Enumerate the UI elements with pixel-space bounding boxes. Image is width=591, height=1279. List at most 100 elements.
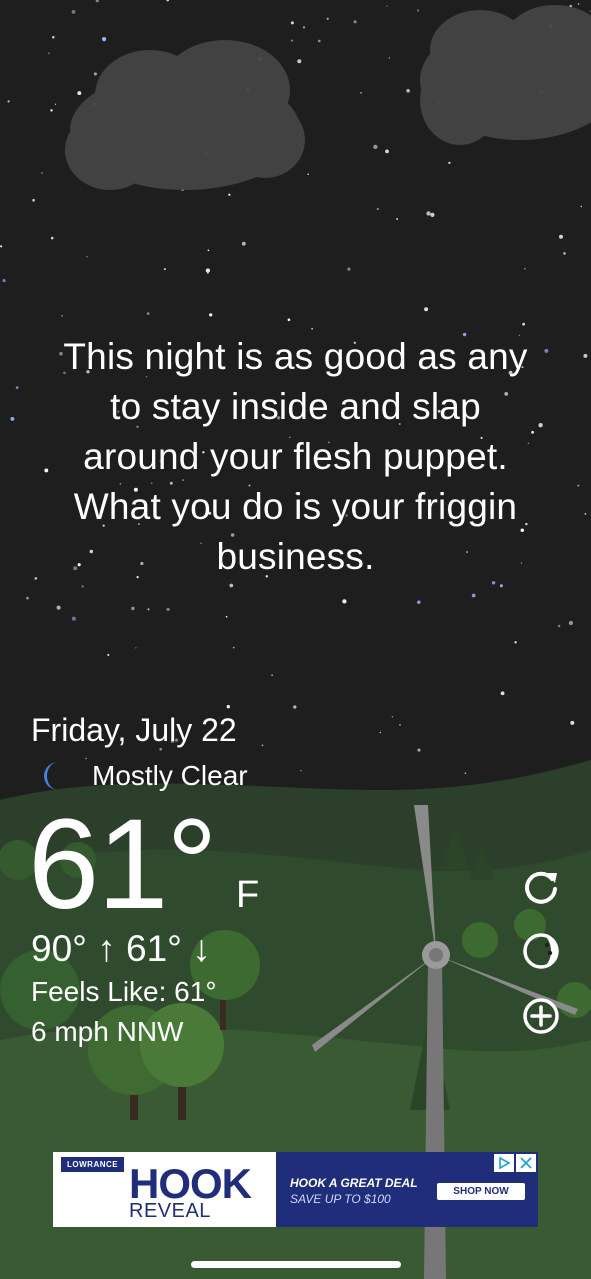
- condition-row: Mostly Clear: [38, 758, 248, 794]
- star: [373, 144, 378, 150]
- ad-choices-icon[interactable]: [494, 1154, 514, 1172]
- star: [302, 26, 306, 29]
- high-low-temperature: 90° ↑ 61° ↓: [31, 928, 211, 969]
- star: [86, 255, 88, 258]
- star: [500, 691, 505, 696]
- star: [271, 674, 273, 676]
- star: [426, 211, 431, 216]
- star: [417, 748, 421, 752]
- star: [7, 100, 10, 103]
- star: [388, 57, 391, 59]
- star: [32, 198, 35, 202]
- star: [146, 312, 150, 316]
- star: [77, 91, 82, 96]
- ad-logo-panel: LOWRANCE HOOK REVEAL: [53, 1152, 276, 1227]
- ad-product-name: HOOK: [129, 1160, 252, 1207]
- star: [48, 52, 50, 55]
- star: [229, 583, 234, 588]
- star: [102, 37, 107, 42]
- moon-phase-icon: [523, 933, 559, 969]
- star: [568, 620, 573, 626]
- star: [41, 172, 43, 174]
- star: [225, 615, 228, 618]
- quote-line: This night is as good as any: [63, 336, 528, 377]
- refresh-icon: [525, 871, 557, 904]
- star: [228, 193, 231, 196]
- star: [417, 600, 421, 604]
- star: [107, 653, 110, 657]
- star: [290, 21, 294, 25]
- date-label: Friday, July 22: [31, 712, 237, 748]
- star: [287, 318, 291, 322]
- star: [524, 267, 526, 270]
- weather-quote: This night is as good as any to stay ins…: [20, 332, 571, 582]
- star: [300, 769, 302, 772]
- quote-line: to stay inside and slap: [110, 386, 481, 427]
- star: [209, 313, 213, 317]
- star: [360, 91, 363, 94]
- star: [207, 249, 210, 252]
- star: [54, 103, 57, 105]
- star: [522, 322, 525, 326]
- quote-line: What you do is your friggin: [73, 486, 518, 527]
- star: [50, 109, 53, 112]
- star: [71, 616, 76, 621]
- star: [563, 252, 566, 255]
- star: [56, 605, 61, 610]
- star: [131, 606, 135, 611]
- star: [2, 279, 6, 283]
- current-temperature: 61°: [28, 793, 218, 936]
- home-indicator[interactable]: [191, 1261, 401, 1268]
- ad-product-subname: REVEAL: [129, 1200, 211, 1222]
- star: [10, 416, 15, 421]
- star: [342, 599, 347, 604]
- star: [557, 624, 561, 628]
- quote-line: business.: [216, 536, 375, 577]
- ad-banner[interactable]: LOWRANCE HOOK REVEAL HOOK A GREAT DEAL S…: [53, 1152, 538, 1227]
- star: [379, 731, 382, 734]
- star: [448, 161, 451, 165]
- ad-headline: HOOK A GREAT DEAL: [290, 1176, 418, 1190]
- star: [297, 59, 302, 64]
- feels-like: Feels Like: 61°: [31, 976, 217, 1007]
- star: [406, 89, 410, 93]
- star: [0, 245, 3, 248]
- star: [558, 234, 564, 239]
- star: [385, 149, 389, 154]
- star: [241, 241, 246, 246]
- star: [580, 205, 582, 208]
- ad-shop-now-button[interactable]: SHOP NOW: [437, 1183, 525, 1200]
- ad-offer-panel: HOOK A GREAT DEAL SAVE UP TO $100 SHOP N…: [276, 1152, 538, 1227]
- refresh-button[interactable]: [518, 864, 564, 910]
- add-location-button[interactable]: [518, 993, 564, 1039]
- star: [353, 20, 357, 24]
- star: [464, 772, 467, 774]
- ad-subline: SAVE UP TO $100: [290, 1192, 391, 1206]
- ad-brand: LOWRANCE: [61, 1157, 125, 1172]
- add-icon: [523, 998, 559, 1034]
- star: [290, 39, 294, 42]
- ad-close-icon[interactable]: [516, 1154, 536, 1172]
- temperature-unit[interactable]: F: [236, 874, 259, 917]
- star: [326, 17, 329, 20]
- star: [226, 704, 231, 709]
- star: [261, 744, 264, 747]
- star: [81, 585, 84, 588]
- wind-speed: 6 mph NNW: [31, 1016, 184, 1047]
- star: [583, 353, 588, 358]
- cloud-right: [420, 5, 591, 145]
- star: [26, 596, 29, 600]
- star: [147, 608, 150, 611]
- moon-icon: [44, 762, 58, 790]
- star: [570, 720, 575, 725]
- star: [50, 236, 54, 240]
- star: [396, 218, 398, 220]
- star: [430, 212, 435, 217]
- star: [232, 646, 235, 649]
- star: [499, 584, 503, 588]
- star: [514, 641, 517, 644]
- star: [347, 267, 351, 271]
- moon-phase-button[interactable]: [518, 928, 564, 974]
- star: [93, 72, 97, 76]
- star: [584, 513, 587, 515]
